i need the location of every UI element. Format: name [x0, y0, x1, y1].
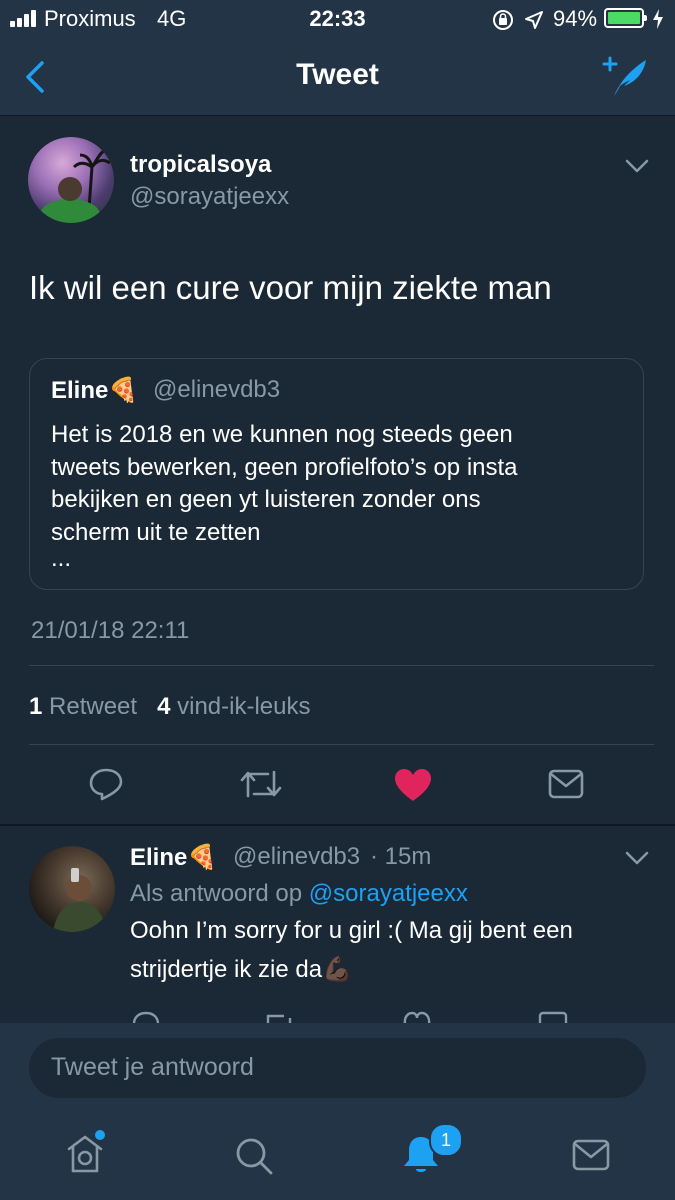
like-count: 4: [157, 693, 171, 720]
location-arrow-icon: [525, 11, 543, 29]
rotation-lock-icon: [493, 10, 513, 30]
direct-message-icon[interactable]: [548, 769, 584, 799]
like-stat[interactable]: 4 vind-ik-leuks: [157, 693, 310, 720]
status-bar: Proximus 4G 22:33 94%: [0, 0, 675, 38]
in-reply-prefix: Als antwoord op: [130, 880, 303, 907]
reply-icon[interactable]: [131, 1010, 161, 1024]
quoted-author-handle: @elinevdb3: [153, 376, 281, 403]
like-heart-icon[interactable]: [394, 768, 432, 802]
author-name[interactable]: tropicalsoya: [130, 151, 271, 179]
divider: [29, 665, 654, 666]
in-reply-to: Als antwoord op @sorayatjeexx: [130, 880, 468, 908]
reply-text-line: strijdertje ik zie da💪🏿: [130, 956, 352, 983]
chevron-down-icon[interactable]: [625, 850, 649, 866]
reply-age: · 15m: [370, 843, 432, 870]
reply-input-placeholder: Tweet je antwoord: [51, 1053, 254, 1081]
tweet-text: Ik wil een cure voor mijn ziekte man: [29, 269, 552, 306]
chevron-down-icon[interactable]: [625, 158, 649, 174]
quoted-tweet-text: Het is 2018 en we kunnen nog steeds geen…: [51, 419, 631, 572]
like-label: vind-ik-leuks: [177, 693, 311, 720]
reply-author-name[interactable]: Eline🍕: [130, 843, 217, 872]
quoted-text-line: bekijken en geen yt luisteren zonder ons: [51, 486, 481, 513]
quoted-text-line: Het is 2018 en we kunnen nog steeds geen: [51, 421, 513, 448]
retweet-icon[interactable]: [240, 768, 282, 800]
avatar[interactable]: [28, 137, 114, 223]
page-title: Tweet: [296, 58, 379, 91]
notifications-badge: 1: [429, 1123, 463, 1157]
in-reply-handle-link[interactable]: @sorayatjeexx: [309, 880, 468, 907]
reply-input[interactable]: Tweet je antwoord: [29, 1038, 646, 1098]
navigation-bar: Tweet: [0, 38, 675, 116]
battery-percent: 94%: [553, 6, 598, 31]
palm-tree-icon: [40, 149, 111, 223]
retweet-count: 1: [29, 693, 43, 720]
avatar[interactable]: [29, 846, 115, 932]
compose-tweet-icon[interactable]: [600, 56, 650, 98]
tweet-stats: 1 Retweet 4 vind-ik-leuks: [29, 693, 311, 721]
search-icon[interactable]: [234, 1136, 274, 1176]
divider: [0, 824, 675, 826]
author-handle[interactable]: @sorayatjeexx: [130, 183, 289, 211]
reply-icon[interactable]: [88, 767, 124, 801]
quoted-text-line: ...: [51, 545, 72, 572]
quoted-text-line: tweets bewerken, geen profielfoto’s op i…: [51, 453, 518, 481]
messages-icon[interactable]: [572, 1138, 610, 1172]
person-photo-icon: [53, 868, 107, 932]
reply-text-line: Oohn I’m sorry for u girl :( Ma gij bent…: [130, 917, 573, 944]
charging-bolt-icon: [653, 9, 663, 29]
tweet-timestamp: 21/01/18 22:11: [31, 617, 190, 644]
quoted-text-line: scherm uit te zetten: [51, 518, 261, 546]
new-content-dot: [95, 1130, 105, 1140]
quoted-author-name: Eline🍕: [51, 377, 139, 404]
retweet-stat[interactable]: 1 Retweet: [29, 693, 137, 720]
reply-author-handle[interactable]: @elinevdb3: [233, 843, 360, 871]
retweet-label: Retweet: [49, 693, 138, 720]
divider: [29, 744, 654, 745]
reply-text: Oohn I’m sorry for u girl :( Ma gij bent…: [130, 911, 573, 989]
battery-icon: [604, 8, 647, 28]
quoted-tweet[interactable]: Eline🍕 @elinevdb3 Het is 2018 en we kunn…: [29, 358, 644, 590]
